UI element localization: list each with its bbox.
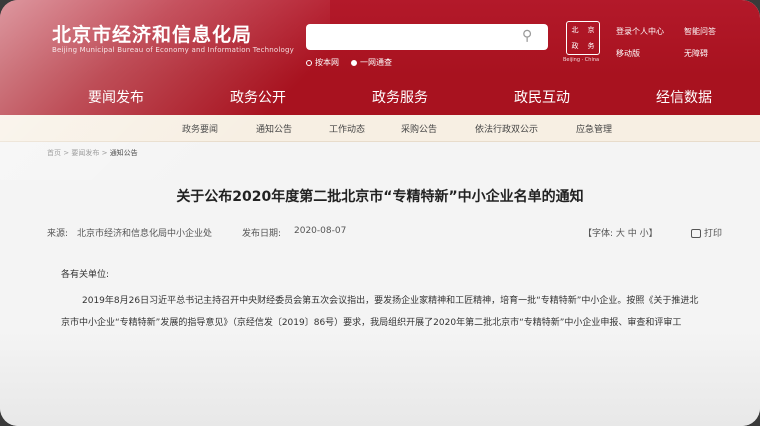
- subnav-item-procurement[interactable]: 采购公告: [401, 122, 437, 135]
- subnav-item-work[interactable]: 工作动态: [329, 122, 365, 135]
- nav-item-news[interactable]: 要闻发布: [88, 87, 144, 107]
- search-input[interactable]: ⚲: [306, 24, 548, 50]
- browser-page: 北京市经济和信息化局 Beijing Municipal Bureau of E…: [0, 0, 760, 426]
- link-accessibility[interactable]: 无障碍: [684, 48, 744, 59]
- nav-item-disclosure[interactable]: 政务公开: [230, 87, 286, 107]
- sub-nav: 政务要闻 通知公告 工作动态 采购公告 依法行政双公示 应急管理: [0, 115, 760, 142]
- breadcrumb-news[interactable]: 要闻发布: [71, 149, 99, 157]
- emblem-char: 务: [587, 42, 595, 50]
- link-smart-qa[interactable]: 智能问答: [684, 26, 744, 37]
- nav-item-interaction[interactable]: 政民互动: [514, 87, 570, 107]
- main-nav: 要闻发布 政务公开 政务服务 政民互动 经信数据: [0, 75, 760, 115]
- source-label: 来源:: [47, 229, 69, 239]
- search-icon[interactable]: ⚲: [522, 28, 538, 44]
- site-logo-title[interactable]: 北京市经济和信息化局: [52, 20, 252, 47]
- nav-item-data[interactable]: 经信数据: [656, 87, 712, 107]
- date-label: 发布日期:: [242, 229, 282, 239]
- breadcrumb: 首页 > 要闻发布 > 通知公告: [47, 148, 138, 158]
- article-salutation: 各有关单位:: [61, 270, 110, 280]
- article-title: 关于公布2020年度第二批北京市“专精特新”中小企业名单的通知: [176, 189, 584, 205]
- font-size-control[interactable]: 【字体: 大 中 小】: [583, 226, 658, 239]
- subnav-item-news[interactable]: 政务要闻: [182, 122, 218, 135]
- link-mobile[interactable]: 移动版: [616, 48, 684, 59]
- radio-this-site-label: 按本网: [315, 58, 339, 67]
- search-scope: 按本网 一网通查: [306, 57, 392, 68]
- date-value: 2020-08-07: [294, 226, 347, 236]
- radio-this-site[interactable]: 按本网: [306, 57, 339, 68]
- source-value: 北京市经济和信息化局中小企业处: [77, 229, 213, 239]
- breadcrumb-sep: >: [101, 149, 108, 157]
- article-paragraph: 2019年8月26日习近平总书记主持召开中央财经委员会第五次会议指出，要发扬企业…: [82, 296, 699, 306]
- print-label: 打印: [704, 229, 723, 239]
- link-login[interactable]: 登录个人中心: [616, 26, 684, 37]
- radio-dot-selected-icon: [351, 59, 357, 66]
- emblem-char: 京: [587, 26, 595, 34]
- subnav-item-publicity[interactable]: 依法行政双公示: [475, 122, 538, 135]
- breadcrumb-current[interactable]: 通知公告: [110, 149, 138, 157]
- bottom-fade-overlay: [0, 330, 760, 426]
- emblem-char: 北: [571, 26, 579, 34]
- beijing-emblem-icon: 北 京 政 务: [566, 21, 600, 55]
- nav-item-services[interactable]: 政务服务: [372, 87, 428, 107]
- emblem-char: 政: [571, 42, 579, 50]
- printer-icon: [691, 229, 701, 238]
- article-paragraph: 京市中小企业“专精特新”发展的指导意见》（京经信发〔2019〕86号）要求，我局…: [61, 318, 682, 328]
- radio-dot-icon: [306, 59, 312, 66]
- site-header: 北京市经济和信息化局 Beijing Municipal Bureau of E…: [0, 0, 760, 75]
- radio-all-sites[interactable]: 一网通查: [351, 57, 392, 68]
- breadcrumb-home[interactable]: 首页: [47, 149, 61, 157]
- breadcrumb-sep: >: [63, 149, 70, 157]
- radio-all-sites-label: 一网通查: [360, 58, 392, 67]
- subnav-item-emergency[interactable]: 应急管理: [576, 122, 612, 135]
- emblem-caption: Beijing · China: [563, 57, 600, 63]
- subnav-item-notices[interactable]: 通知公告: [256, 122, 292, 135]
- print-button[interactable]: 打印: [691, 226, 722, 239]
- site-logo-subtitle: Beijing Municipal Bureau of Economy and …: [52, 46, 295, 54]
- top-links: 登录个人中心 智能问答 移动版 无障碍: [616, 26, 744, 59]
